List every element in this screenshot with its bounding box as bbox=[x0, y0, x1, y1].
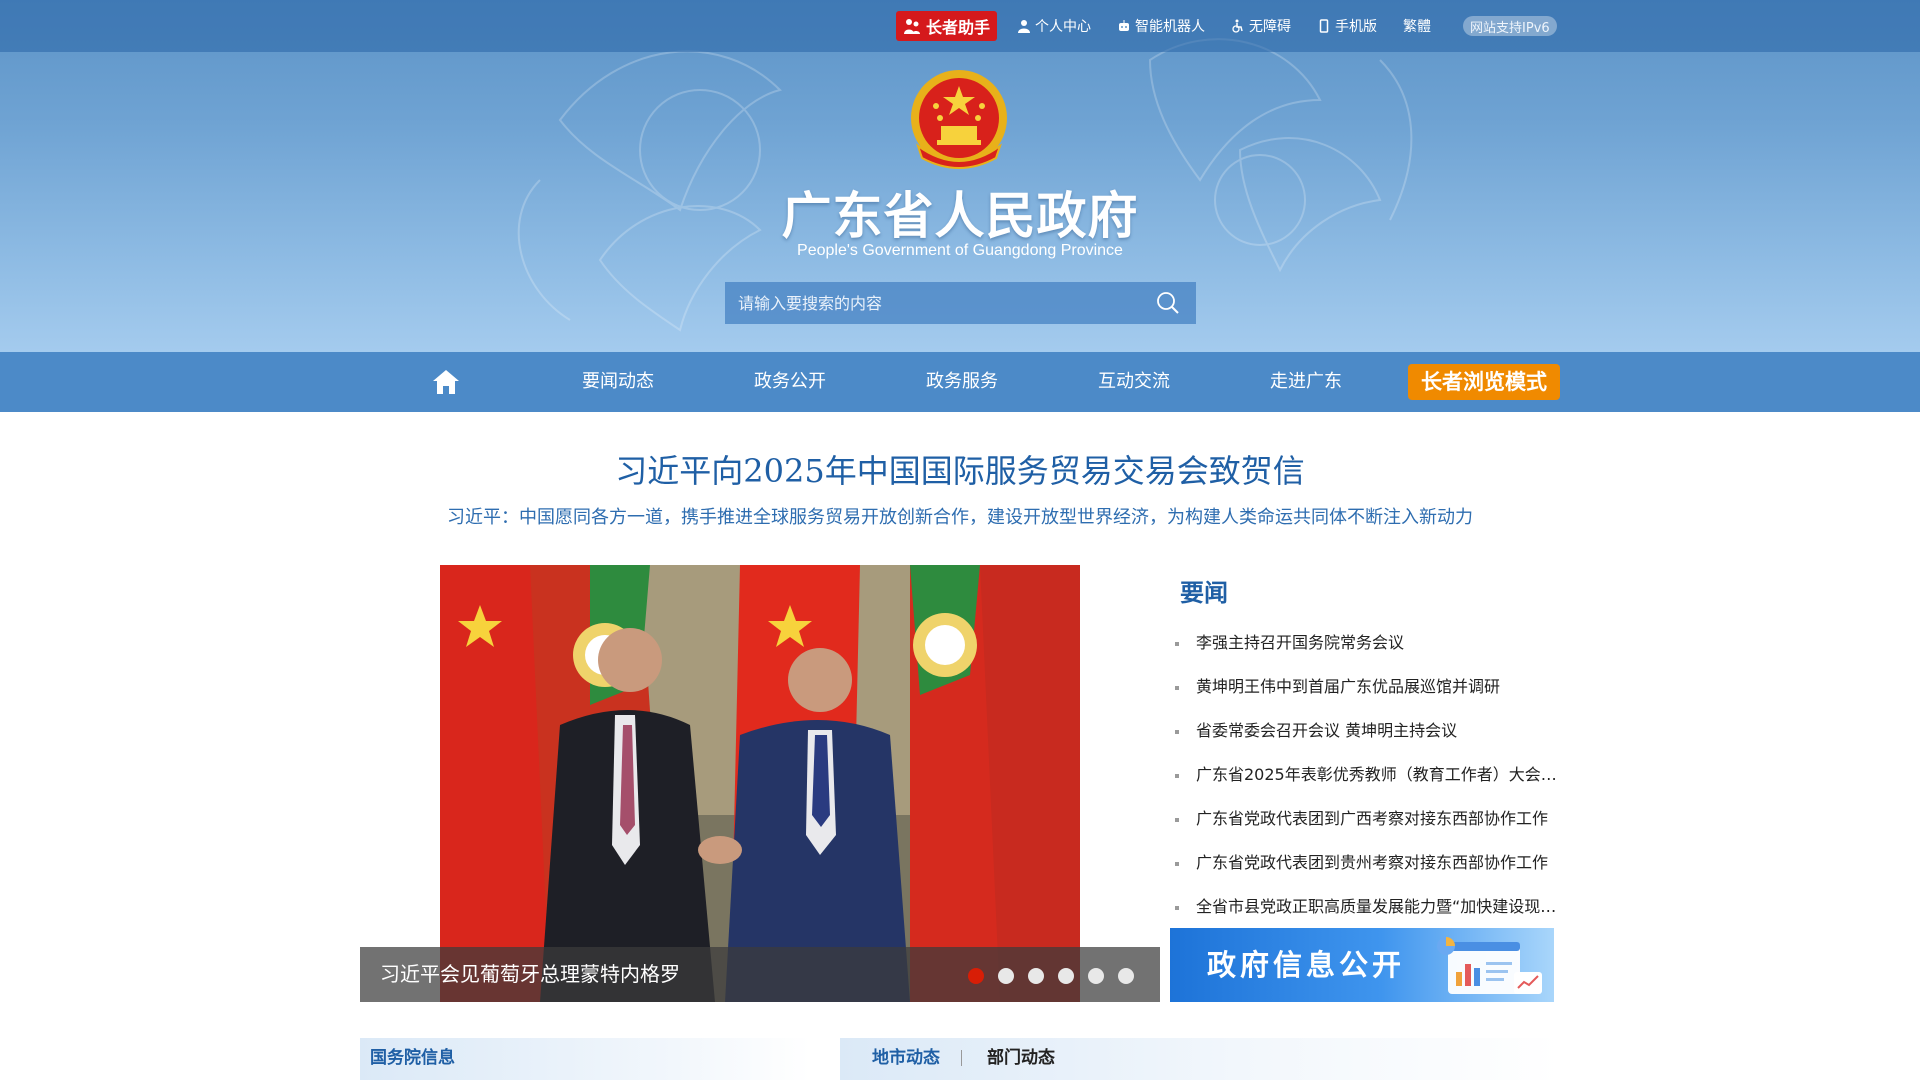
dynamics-panel: 地市动态 部门动态 bbox=[840, 1038, 1560, 1080]
user-icon bbox=[1018, 20, 1031, 33]
photo-carousel: 习近平会见葡萄牙总理蒙特内格罗 bbox=[360, 565, 1160, 1002]
elder-helper-icon bbox=[904, 19, 920, 34]
site-title: 广东省人民政府 bbox=[781, 187, 1139, 245]
accessibility-icon bbox=[1232, 19, 1243, 33]
carousel-dot[interactable] bbox=[1028, 968, 1044, 984]
top-utility-bar: 长者助手 个人中心 智能机器人 无障碍 手机版 繁體 网站支持IPv6 bbox=[0, 0, 1920, 52]
gov-info-disclosure-label: 政府信息公开 bbox=[1207, 948, 1406, 982]
ipv6-badge: 网站支持IPv6 bbox=[1463, 16, 1557, 36]
traditional-chinese-link[interactable]: 繁體 bbox=[1403, 11, 1431, 41]
carousel-photo[interactable] bbox=[440, 565, 1080, 1002]
home-icon[interactable] bbox=[430, 366, 462, 398]
carousel-dot[interactable] bbox=[1118, 968, 1134, 984]
carousel-dot[interactable] bbox=[1088, 968, 1104, 984]
site-subtitle: People's Government of Guangdong Provinc… bbox=[797, 242, 1123, 259]
personal-center-link[interactable]: 个人中心 bbox=[1017, 11, 1091, 41]
smart-robot-link[interactable]: 智能机器人 bbox=[1117, 11, 1205, 41]
carousel-dot[interactable] bbox=[968, 968, 984, 984]
national-emblem-logo bbox=[911, 70, 1007, 169]
photo-illustration bbox=[440, 565, 1080, 1002]
mobile-version-link[interactable]: 手机版 bbox=[1317, 11, 1377, 41]
headline-title[interactable]: 习近平向2025年中国国际服务贸易交易会致贺信 bbox=[360, 446, 1560, 492]
main-nav: 要闻动态 政务公开 政务服务 互动交流 走进广东 长者浏览模式 bbox=[0, 352, 1920, 412]
news-title[interactable]: 要闻 bbox=[1180, 573, 1228, 608]
news-item[interactable]: 黄坤明王伟中到首届广东优品展巡馆并调研 bbox=[1170, 665, 1560, 709]
accessibility-link[interactable]: 无障碍 bbox=[1231, 11, 1291, 41]
news-item[interactable]: 全省市县党政正职高质量发展能力暨“加快建设现代化产业体系”专题研讨班开班 bbox=[1170, 885, 1560, 929]
search-icon bbox=[1157, 292, 1179, 314]
nav-item-interaction[interactable]: 互动交流 bbox=[1074, 352, 1194, 412]
carousel-dots bbox=[968, 968, 1134, 984]
gov-info-disclosure-banner[interactable]: 政府信息公开 bbox=[1170, 928, 1554, 1002]
news-panel: 要闻 李强主持召开国务院常务会议 黄坤明王伟中到首届广东优品展巡馆并调研 省委常… bbox=[1170, 565, 1560, 925]
mobile-version-label: 手机版 bbox=[1335, 19, 1378, 35]
search-bar bbox=[725, 282, 1196, 324]
carousel-caption-bar: 习近平会见葡萄牙总理蒙特内格罗 bbox=[360, 947, 1160, 1002]
nav-item-services[interactable]: 政务服务 bbox=[902, 352, 1022, 412]
smart-robot-label: 智能机器人 bbox=[1135, 19, 1206, 35]
tab-divider bbox=[961, 1050, 962, 1066]
elder-helper-button[interactable]: 长者助手 bbox=[896, 11, 998, 41]
elder-helper-label: 长者助手 bbox=[926, 18, 991, 37]
elder-mode-button[interactable]: 长者浏览模式 bbox=[1408, 364, 1560, 400]
carousel-caption[interactable]: 习近平会见葡萄牙总理蒙特内格罗 bbox=[380, 947, 680, 1002]
nav-item-about-guangdong[interactable]: 走进广东 bbox=[1246, 352, 1366, 412]
carousel-dot[interactable] bbox=[1058, 968, 1074, 984]
tab-city-dynamics[interactable]: 地市动态 bbox=[872, 1038, 940, 1078]
nav-item-gov-affairs[interactable]: 政务公开 bbox=[730, 352, 850, 412]
news-item[interactable]: 广东省党政代表团到贵州考察对接东西部协作工作 bbox=[1170, 841, 1560, 885]
carousel-dot[interactable] bbox=[998, 968, 1014, 984]
personal-center-label: 个人中心 bbox=[1035, 19, 1092, 35]
news-item[interactable]: 省委常委会召开会议 黄坤明主持会议 bbox=[1170, 709, 1560, 753]
traditional-chinese-label: 繁體 bbox=[1403, 19, 1432, 35]
search-input[interactable] bbox=[725, 282, 1140, 324]
header-banner: 长者助手 个人中心 智能机器人 无障碍 手机版 繁體 网站支持IPv6 广东省人… bbox=[0, 0, 1920, 352]
state-council-title[interactable]: 国务院信息 bbox=[370, 1038, 455, 1078]
tab-department-dynamics[interactable]: 部门动态 bbox=[987, 1038, 1055, 1078]
accessibility-label: 无障碍 bbox=[1249, 19, 1292, 35]
nav-item-news[interactable]: 要闻动态 bbox=[558, 352, 678, 412]
headline-subtitle[interactable]: 习近平：中国愿同各方一道，携手推进全球服务贸易开放创新合作，建设开放型世界经济，… bbox=[360, 503, 1560, 529]
news-item[interactable]: 广东省2025年表彰优秀教师（教育工作者）大会在广州召开 bbox=[1170, 753, 1560, 797]
search-button[interactable] bbox=[1140, 282, 1196, 324]
news-item[interactable]: 广东省党政代表团到广西考察对接东西部协作工作 bbox=[1170, 797, 1560, 841]
mobile-icon bbox=[1319, 19, 1329, 33]
document-chart-icon bbox=[1437, 937, 1542, 994]
news-item[interactable]: 李强主持召开国务院常务会议 bbox=[1170, 621, 1560, 665]
state-council-panel: 国务院信息 bbox=[360, 1038, 810, 1080]
robot-icon bbox=[1119, 20, 1130, 31]
news-list: 李强主持召开国务院常务会议 黄坤明王伟中到首届广东优品展巡馆并调研 省委常委会召… bbox=[1170, 621, 1560, 929]
